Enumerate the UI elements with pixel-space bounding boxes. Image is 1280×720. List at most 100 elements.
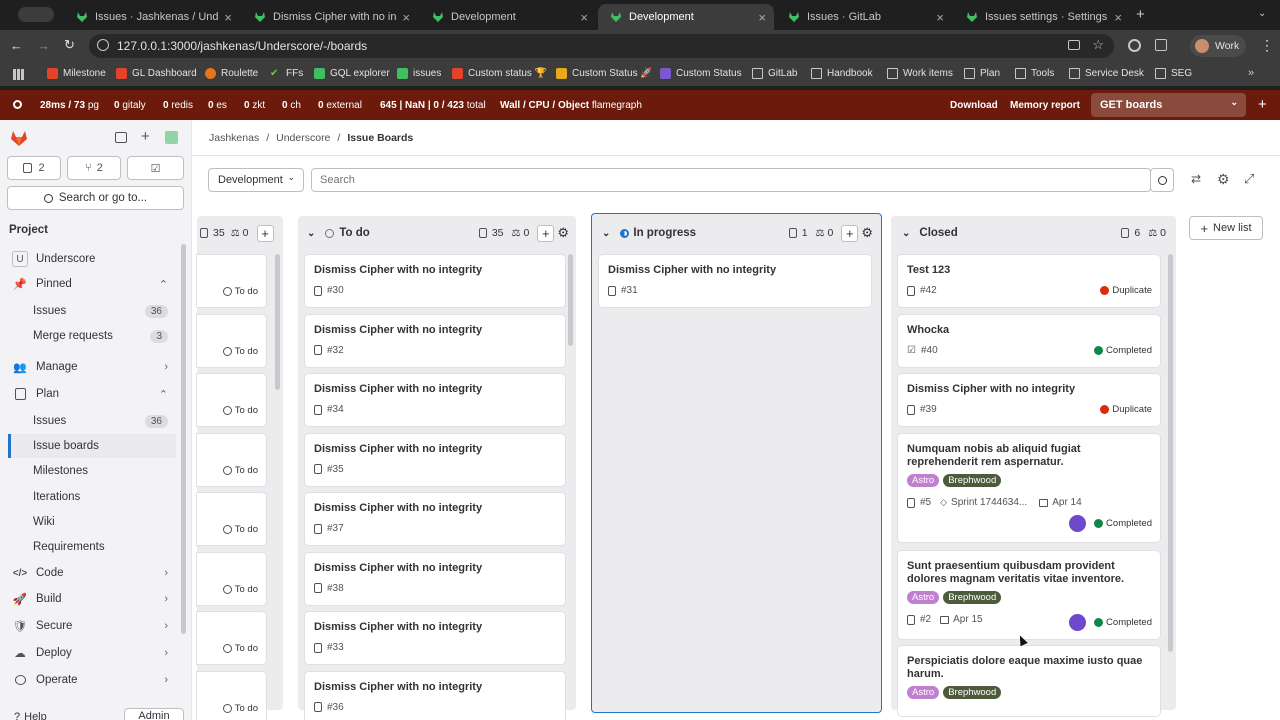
bookmark-ffs[interactable]: ✔ FFs [270,68,303,79]
bookmark-handbook[interactable]: Handbook [811,68,873,79]
issue-title[interactable]: Perspiciatis dolore eaque maxime iusto q… [907,655,1152,681]
add-issue-button[interactable]: + [537,224,555,242]
assignee-avatar[interactable] [1069,515,1087,532]
issue-card[interactable]: To do [197,493,266,545]
sidebar-item-code[interactable]: </> Code › [8,561,176,585]
add-issue-button[interactable]: + [256,224,274,242]
due-date[interactable]: Apr 14 [1052,497,1081,508]
label-badge[interactable]: Brephwood [943,591,1002,604]
sidebar-item-issue-boards[interactable]: Issue boards [8,434,176,458]
address-bar[interactable]: 127.0.0.1:3000/jashkenas/Underscore/-/bo… [89,34,1114,58]
chevron-down-icon[interactable]: ⌄ [1258,8,1266,19]
sidebar-scrollbar[interactable] [181,244,186,634]
browser-tab-active[interactable]: Development × [598,4,774,30]
issue-card[interactable]: To do [197,433,266,486]
list-settings-icon[interactable]: ⚙ [557,225,569,241]
tab-search-button[interactable] [18,7,54,22]
issue-card[interactable]: To do [197,552,266,605]
sidebar-item-plan[interactable]: Plan ⌃ [8,382,176,406]
issue-title[interactable]: Dismiss Cipher with no integrity [314,681,557,694]
due-date[interactable]: Apr 15 [953,614,982,625]
issue-title[interactable]: Dismiss Cipher with no integrity [608,264,863,277]
bookmark-milestone[interactable]: Milestone [47,68,106,79]
issue-card[interactable]: To do [197,374,266,426]
reload-icon[interactable]: ↻ [64,37,75,53]
label-badge[interactable]: Astro [907,686,940,699]
sidebar-item-milestones[interactable]: Milestones [8,459,176,483]
merge-requests-button[interactable]: ⑂ 2 [67,156,121,180]
sidebar-item-requirements[interactable]: Requirements [8,535,176,559]
issue-card[interactable]: Dismiss Cipher with no integrity #37 [305,493,565,545]
issue-card[interactable]: Sunt praesentium quibusdam provident dol… [898,551,1160,639]
issue-title[interactable]: Dismiss Cipher with no integrity [314,502,557,515]
label-badge[interactable]: Brephwood [943,686,1002,699]
issue-card[interactable]: Whocka ☑ #40 Completed [898,315,1160,367]
sidebar-item-secure[interactable]: 🛡 Secure › [8,614,176,638]
bookmark-issues[interactable]: issues [397,68,441,79]
issue-card[interactable]: Dismiss Cipher with no integrity #30 [305,255,565,307]
browser-tab[interactable]: Development × [420,4,596,30]
puzzle-icon[interactable] [1155,39,1167,51]
close-icon[interactable]: × [402,10,410,25]
close-icon[interactable]: × [936,10,944,25]
issue-card[interactable]: To do [197,314,266,367]
browser-tab[interactable]: Dismiss Cipher with no integrity × [242,4,418,30]
issue-card[interactable]: Perspiciatis dolore eaque maxime iusto q… [898,646,1160,716]
bookmark-plan[interactable]: Plan [964,68,1000,79]
issue-title[interactable]: Dismiss Cipher with no integrity [314,621,557,634]
board-selector[interactable]: Development ⌄ [208,168,304,192]
label-badge[interactable]: Astro [907,591,940,604]
profile-button[interactable]: Work [1190,35,1246,57]
issue-card[interactable]: Dismiss Cipher with no integrity #35 [305,433,565,486]
issue-title[interactable]: Dismiss Cipher with no integrity [314,264,557,277]
issue-title[interactable]: Whocka [907,324,1152,337]
bookmark-roulette[interactable]: Roulette [205,68,258,79]
site-info-icon[interactable] [97,39,109,51]
issue-card[interactable]: Dismiss Cipher with no integrity #34 [305,374,565,426]
sidebar-item-operate[interactable]: Operate › [8,668,176,692]
sidebar-item-issues[interactable]: Issues 36 [8,409,176,433]
sidebar-item-pinned-issues[interactable]: Issues 36 [8,299,176,323]
issue-card[interactable]: Test 123 #42 Duplicate [898,255,1160,307]
search-button[interactable]: Search or go to... [7,186,184,210]
issue-card[interactable]: Dismiss Cipher with no integrity #36 [305,671,565,720]
perf-es[interactable]: 0 es [208,100,227,111]
assigned-issues-button[interactable]: 2 [7,156,61,180]
perf-flamegraph[interactable]: Wall / CPU / Object flamegraph [500,100,642,111]
issue-title[interactable]: Dismiss Cipher with no integrity [907,383,1152,396]
more-bookmarks-icon[interactable]: » [1248,67,1254,79]
close-icon[interactable]: × [224,10,232,25]
issue-card[interactable]: To do [197,255,266,307]
issue-card[interactable]: Dismiss Cipher with no integrity #38 [305,552,565,605]
list-settings-icon[interactable]: ⚙ [861,225,873,241]
list-scrollbar[interactable] [275,254,280,390]
extension-icon[interactable] [1128,39,1141,52]
new-list-button[interactable]: + New list [1189,216,1263,240]
sidebar-item-project[interactable]: U Underscore [8,247,176,271]
bookmark-gl-dashboard[interactable]: GL Dashboard [116,68,197,79]
issue-card[interactable]: Dismiss Cipher with no integrity #39 Dupli… [898,374,1160,426]
breadcrumb-item[interactable]: Jashkenas [209,132,259,144]
issue-card[interactable]: Dismiss Cipher with no integrity #33 [305,612,565,664]
gear-icon[interactable]: ⚙ [1217,171,1230,188]
new-item-icon[interactable]: + [141,128,150,145]
view-options-icon[interactable]: ⇄ [1191,172,1201,186]
issue-title[interactable]: Test 123 [907,264,1152,277]
sidebar-item-manage[interactable]: 👥 Manage › [8,355,176,379]
browser-tab[interactable]: Issues · GitLab × [776,4,952,30]
star-icon[interactable]: ☆ [1092,37,1104,53]
sidebar-item-pinned-mrs[interactable]: Merge requests 3 [8,324,176,348]
bookmark-custom-status-2[interactable]: Custom Status 🚀 [556,68,653,79]
close-icon[interactable]: × [758,10,766,25]
search-submit-button[interactable] [1150,168,1174,192]
forward-icon[interactable]: → [37,38,50,53]
help-button[interactable]: ? Help [14,711,47,720]
back-icon[interactable]: ← [10,38,23,53]
issue-card[interactable]: Numquam nobis ab aliquid fugiat reprehen… [898,434,1160,542]
apps-grid-icon[interactable] [13,69,24,80]
bookmark-custom-status-1[interactable]: Custom status 🏆 [452,68,547,79]
sidebar-item-wiki[interactable]: Wiki [8,510,176,534]
perf-ch[interactable]: 0 ch [282,100,301,111]
issue-title[interactable]: Dismiss Cipher with no integrity [314,562,557,575]
sidebar-item-build[interactable]: 🚀 Build › [8,587,176,611]
